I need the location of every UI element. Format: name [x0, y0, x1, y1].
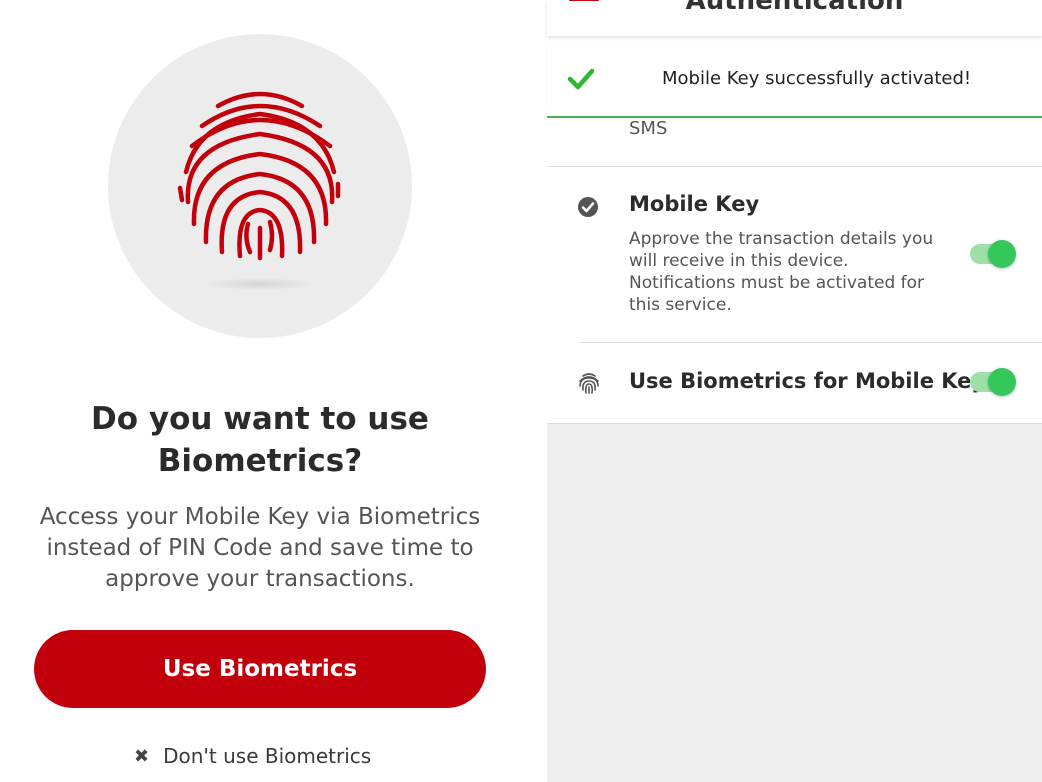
- illustration-shadow: [200, 278, 320, 290]
- mobile-key-title: Mobile Key: [629, 192, 760, 216]
- fingerprint-icon: [579, 373, 599, 394]
- mobile-key-description: Approve the transaction details you will…: [629, 229, 934, 315]
- dont-use-biometrics-link[interactable]: ✖ Don't use Biometrics: [134, 742, 371, 770]
- biometrics-question-title: Do you want to use Biometrics?: [91, 401, 429, 479]
- biometrics-description: Access your Mobile Key via Biometrics in…: [39, 504, 481, 592]
- app-bar: Authentication: [547, 0, 1042, 36]
- biometrics-prompt-screen: Do you want to use Biometrics? Access yo…: [0, 0, 547, 782]
- authentication-settings-screen: Authentication Mobile Key successfully a…: [547, 0, 1042, 782]
- divider: [547, 423, 1042, 424]
- toggle-knob: [988, 240, 1016, 268]
- mobile-key-toggle[interactable]: [970, 240, 1016, 268]
- biometrics-toggle[interactable]: [970, 368, 1016, 396]
- use-biometrics-button[interactable]: Use Biometrics: [34, 630, 486, 708]
- page-title: Authentication: [685, 0, 904, 16]
- check-circle-icon: [578, 197, 598, 217]
- sms-option-label: SMS: [629, 118, 668, 139]
- close-icon: ✖: [134, 745, 150, 767]
- dont-use-biometrics-label: Don't use Biometrics: [163, 744, 372, 768]
- fingerprint-illustration: [108, 34, 412, 338]
- biometrics-option-title: Use Biometrics for Mobile Key: [629, 369, 986, 393]
- toast-message: Mobile Key successfully activated!: [662, 68, 972, 89]
- check-icon: [567, 68, 595, 90]
- success-toast: Mobile Key successfully activated!: [547, 44, 1042, 118]
- toggle-knob: [988, 368, 1016, 396]
- divider: [547, 166, 1042, 167]
- divider: [580, 342, 1042, 343]
- fingerprint-icon: [177, 91, 341, 261]
